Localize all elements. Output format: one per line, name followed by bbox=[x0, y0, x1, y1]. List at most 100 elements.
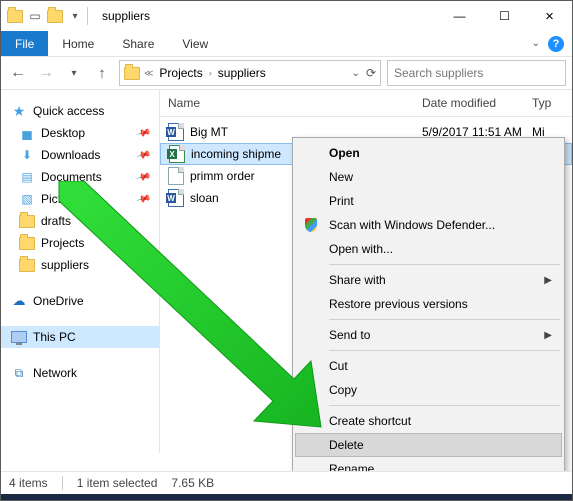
ctx-share-with[interactable]: Share with▶ bbox=[295, 268, 562, 292]
nav-onedrive[interactable]: ☁ OneDrive bbox=[1, 290, 159, 312]
close-button[interactable]: × bbox=[527, 1, 572, 31]
separator bbox=[62, 476, 63, 490]
ctx-send-to[interactable]: Send to▶ bbox=[295, 323, 562, 347]
window-controls: ― ☐ × bbox=[437, 1, 572, 31]
folder-icon bbox=[19, 213, 35, 229]
ctx-open[interactable]: Open bbox=[295, 141, 562, 165]
ctx-cut[interactable]: Cut bbox=[295, 354, 562, 378]
col-name[interactable]: Name bbox=[168, 96, 422, 110]
new-folder-icon[interactable] bbox=[47, 8, 63, 24]
star-icon: ★ bbox=[11, 103, 27, 119]
taskbar-edge bbox=[1, 494, 572, 500]
pictures-icon: ▧ bbox=[19, 191, 35, 207]
status-selected: 1 item selected bbox=[77, 476, 158, 490]
tab-file[interactable]: File bbox=[1, 31, 48, 56]
explorer-window: ▭ ▾ suppliers ― ☐ × File Home Share View… bbox=[0, 0, 573, 501]
document-icon: ▤ bbox=[19, 169, 35, 185]
separator bbox=[329, 264, 560, 265]
folder-icon bbox=[19, 257, 35, 273]
ctx-defender[interactable]: Scan with Windows Defender... bbox=[295, 213, 562, 237]
file-name: incoming shipme bbox=[191, 147, 281, 161]
chevron-right-icon[interactable]: ≪ bbox=[144, 68, 153, 79]
excel-icon bbox=[169, 146, 185, 162]
ctx-print[interactable]: Print bbox=[295, 189, 562, 213]
nav-this-pc[interactable]: This PC bbox=[1, 326, 159, 348]
nav-label: Pictures bbox=[41, 192, 84, 206]
tab-share[interactable]: Share bbox=[108, 31, 168, 56]
download-icon: ⬇ bbox=[19, 147, 35, 163]
nav-label: Projects bbox=[41, 236, 84, 250]
cloud-icon: ☁ bbox=[11, 293, 27, 309]
word-icon bbox=[168, 190, 184, 206]
address-bar-row: ← → ▾ ↑ ≪ Projects › suppliers ⌄ ⟳ Searc… bbox=[1, 56, 572, 90]
pin-icon: 📌 bbox=[135, 169, 151, 185]
nav-label: Downloads bbox=[41, 148, 100, 162]
nav-projects[interactable]: Projects bbox=[1, 232, 159, 254]
back-button[interactable]: ← bbox=[7, 62, 29, 84]
nav-label: OneDrive bbox=[33, 294, 84, 308]
title-bar: ▭ ▾ suppliers ― ☐ × bbox=[1, 1, 572, 31]
refresh-icon[interactable]: ⟳ bbox=[366, 66, 376, 80]
help-icon[interactable]: ? bbox=[548, 36, 564, 52]
ctx-create-shortcut[interactable]: Create shortcut bbox=[295, 409, 562, 433]
qat: ▭ ▾ bbox=[7, 8, 83, 24]
col-date[interactable]: Date modified bbox=[422, 96, 532, 110]
nav-drafts[interactable]: drafts bbox=[1, 210, 159, 232]
nav-suppliers[interactable]: suppliers bbox=[1, 254, 159, 276]
context-menu: Open New Print Scan with Windows Defende… bbox=[292, 137, 565, 501]
separator bbox=[329, 319, 560, 320]
pin-icon: 📌 bbox=[135, 125, 151, 141]
tab-view[interactable]: View bbox=[168, 31, 222, 56]
address-dropdown-icon[interactable]: ⌄ bbox=[352, 68, 360, 79]
pin-icon: 📌 bbox=[135, 191, 151, 207]
nav-label: drafts bbox=[41, 214, 71, 228]
nav-label: Desktop bbox=[41, 126, 85, 140]
separator bbox=[329, 350, 560, 351]
ctx-new[interactable]: New bbox=[295, 165, 562, 189]
qat-dropdown-icon[interactable]: ▾ bbox=[67, 8, 83, 24]
up-button[interactable]: ↑ bbox=[91, 62, 113, 84]
folder-icon bbox=[124, 65, 140, 81]
history-dropdown-icon[interactable]: ▾ bbox=[63, 62, 85, 84]
chevron-right-icon: ▶ bbox=[544, 275, 552, 286]
nav-quick-access[interactable]: ★ Quick access bbox=[1, 100, 159, 122]
nav-documents[interactable]: ▤ Documents 📌 bbox=[1, 166, 159, 188]
nav-pictures[interactable]: ▧ Pictures 📌 bbox=[1, 188, 159, 210]
nav-network[interactable]: ⧉ Network bbox=[1, 362, 159, 384]
nav-label: Network bbox=[33, 366, 77, 380]
file-name: Big MT bbox=[190, 125, 228, 139]
ctx-delete[interactable]: Delete bbox=[295, 433, 562, 457]
ctx-copy[interactable]: Copy bbox=[295, 378, 562, 402]
col-type[interactable]: Typ bbox=[532, 96, 572, 110]
file-name: primm order bbox=[190, 169, 255, 183]
nav-downloads[interactable]: ⬇ Downloads 📌 bbox=[1, 144, 159, 166]
ctx-restore[interactable]: Restore previous versions bbox=[295, 292, 562, 316]
forward-button[interactable]: → bbox=[35, 62, 57, 84]
minimize-button[interactable]: ― bbox=[437, 1, 482, 31]
maximize-button[interactable]: ☐ bbox=[482, 1, 527, 31]
nav-label: Documents bbox=[41, 170, 102, 184]
status-size: 7.65 KB bbox=[171, 476, 214, 490]
ribbon-expand-icon[interactable]: ⌄ bbox=[532, 38, 540, 49]
pin-icon: 📌 bbox=[135, 147, 151, 163]
status-item-count: 4 items bbox=[9, 476, 48, 490]
navigation-pane: ★ Quick access ▅Desktop📌 ⬇Downloads📌 ▤Do… bbox=[1, 90, 160, 453]
breadcrumb-item[interactable]: suppliers bbox=[216, 66, 268, 80]
tab-home[interactable]: Home bbox=[48, 31, 108, 56]
file-name: sloan bbox=[190, 191, 219, 205]
nav-desktop[interactable]: ▅Desktop📌 bbox=[1, 122, 159, 144]
network-icon: ⧉ bbox=[11, 365, 27, 381]
nav-label: suppliers bbox=[41, 258, 89, 272]
ctx-open-with[interactable]: Open with... bbox=[295, 237, 562, 261]
breadcrumb-item[interactable]: Projects bbox=[157, 66, 204, 80]
properties-icon[interactable]: ▭ bbox=[27, 8, 43, 24]
column-headers: Name Date modified Typ bbox=[160, 90, 572, 117]
breadcrumb-bar[interactable]: ≪ Projects › suppliers ⌄ ⟳ bbox=[119, 60, 381, 86]
chevron-right-icon: ▶ bbox=[544, 330, 552, 341]
ribbon-tabs: File Home Share View ⌄ ? bbox=[1, 31, 572, 56]
separator bbox=[87, 7, 88, 25]
search-placeholder: Search suppliers bbox=[394, 66, 483, 80]
nav-label: Quick access bbox=[33, 104, 104, 118]
search-input[interactable]: Search suppliers bbox=[387, 60, 566, 86]
folder-icon bbox=[7, 8, 23, 24]
